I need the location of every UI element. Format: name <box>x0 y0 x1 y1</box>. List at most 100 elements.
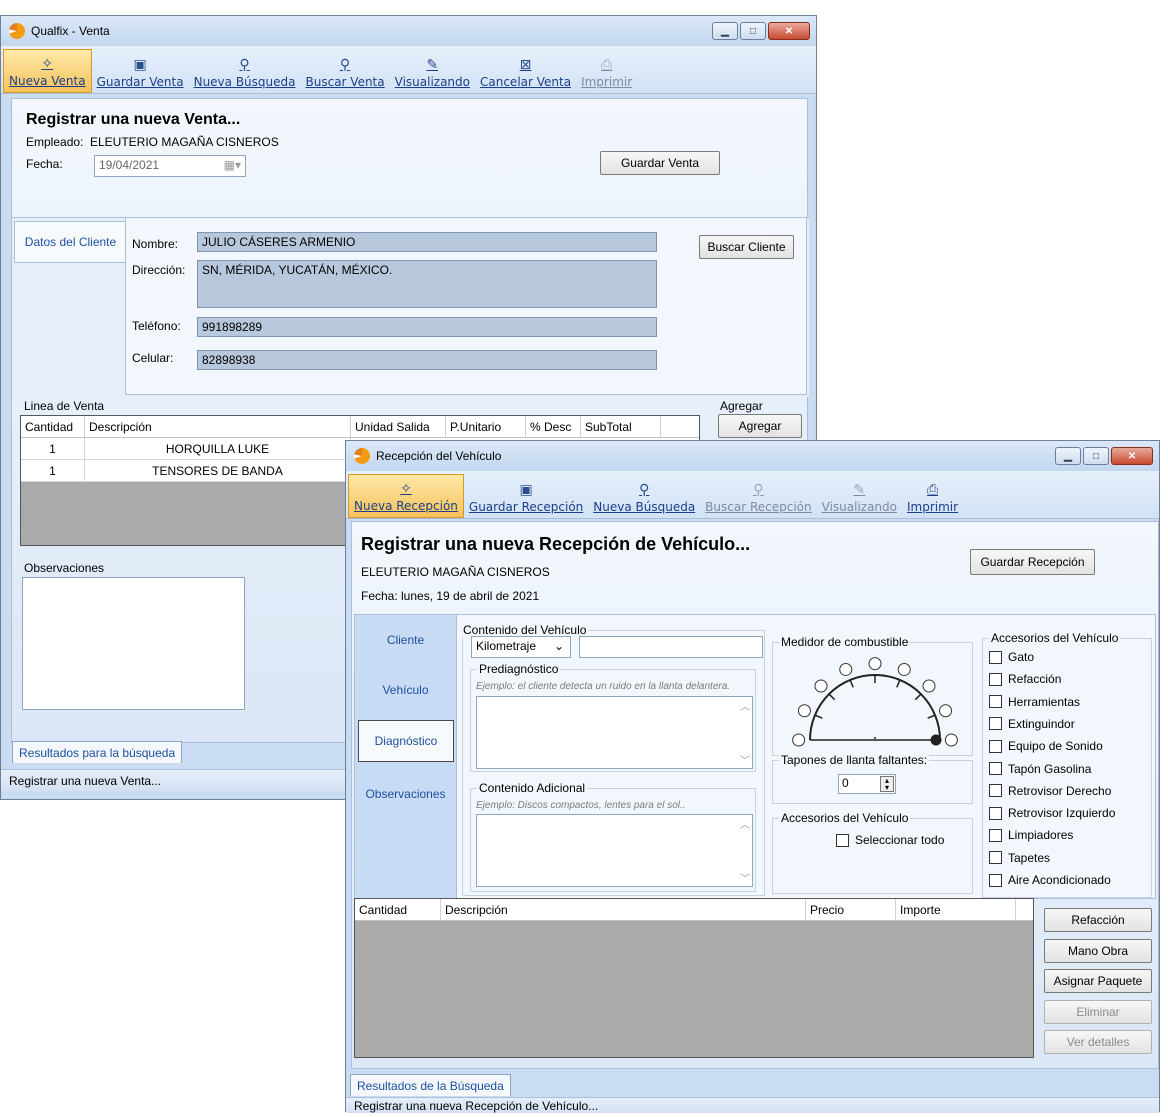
gauge-level-dot[interactable] <box>797 704 811 718</box>
scroll-down-icon[interactable]: ﹀ <box>740 752 750 767</box>
ver-detalles-button[interactable]: Ver detalles <box>1044 1030 1152 1054</box>
contenido-adicional-textarea[interactable]: ︿ ﹀ <box>476 814 753 887</box>
telefono-field[interactable]: 991898289 <box>197 317 657 337</box>
tab-vehiculo[interactable]: Vehículo <box>354 668 457 712</box>
checkbox-icon[interactable] <box>989 717 1002 731</box>
celular-field[interactable]: 82898938 <box>197 350 657 370</box>
close-icon[interactable]: ✕ <box>768 22 810 40</box>
toolbar-buscar-venta-button[interactable]: ⚲ Buscar Venta <box>301 49 390 93</box>
toolbar-cancelar-venta-button[interactable]: ⊠ Cancelar Venta <box>475 49 576 93</box>
col-cantidad[interactable]: Cantidad <box>355 899 441 920</box>
toolbar-visualizando-button[interactable]: ✎ Visualizando <box>817 474 902 518</box>
recepcion-titlebar[interactable]: Recepción del Vehículo ▁ □ ✕ <box>346 441 1159 471</box>
checkbox-icon[interactable] <box>989 695 1002 709</box>
toolbar-nueva-venta-button[interactable]: ✧ Nueva Venta <box>3 49 92 93</box>
gauge-level-dot[interactable] <box>839 662 853 676</box>
tab-resultados-busqueda[interactable]: Resultados de la Búsqueda <box>350 1074 511 1096</box>
checkbox-icon[interactable] <box>989 784 1002 798</box>
buscar-cliente-button[interactable]: Buscar Cliente <box>699 235 794 259</box>
tapones-stepper[interactable]: 0 ▴ ▾ <box>838 774 896 794</box>
gauge-level-dot[interactable] <box>868 657 882 671</box>
agregar-button[interactable]: Agregar <box>718 414 802 438</box>
maximize-icon[interactable]: □ <box>740 22 766 40</box>
guardar-venta-button[interactable]: Guardar Venta <box>600 151 720 175</box>
checkbox-icon[interactable] <box>989 739 1002 753</box>
toolbar-imprimir-button[interactable]: ⎙ Imprimir <box>902 474 963 518</box>
accesorio-checkbox[interactable]: Refacción <box>989 672 1061 686</box>
checkbox-icon[interactable] <box>989 650 1002 664</box>
venta-titlebar[interactable]: Qualfix - Venta ▁ □ ✕ <box>1 16 816 46</box>
scroll-down-icon[interactable]: ﹀ <box>740 870 750 885</box>
col-descripcion[interactable]: Descripción <box>441 899 806 920</box>
fuel-level-marker[interactable] <box>930 734 942 746</box>
col-descripcion[interactable]: Descripción <box>85 416 351 437</box>
tab-cliente[interactable]: Cliente <box>354 618 457 662</box>
gauge-level-dot[interactable] <box>939 704 953 718</box>
minimize-icon[interactable]: ▁ <box>712 22 738 40</box>
mano-obra-button[interactable]: Mano Obra <box>1044 938 1152 963</box>
kilometraje-select[interactable]: Kilometraje ⌄ <box>471 636 571 658</box>
scroll-up-icon[interactable]: ︿ <box>740 816 750 831</box>
asignar-paquete-button[interactable]: Asignar Paquete <box>1044 969 1152 993</box>
checkbox-icon[interactable] <box>989 672 1002 686</box>
toolbar-guardar-venta-button[interactable]: ▣ Guardar Venta <box>92 49 189 93</box>
accesorio-checkbox[interactable]: Extinguindor <box>989 717 1075 731</box>
checkbox-icon[interactable] <box>989 762 1002 775</box>
accesorio-checkbox[interactable]: Equipo de Sonido <box>989 739 1103 753</box>
gauge-level-dot[interactable] <box>922 679 936 693</box>
col-desc[interactable]: % Desc <box>526 416 581 437</box>
accesorio-checkbox[interactable]: Retrovisor Derecho <box>989 784 1111 798</box>
refacción-button[interactable]: Refacción <box>1044 908 1152 932</box>
col-precio[interactable]: Precio <box>806 899 896 920</box>
minimize-icon[interactable]: ▁ <box>1055 447 1081 465</box>
accesorio-label: Retrovisor Izquierdo <box>1008 806 1116 821</box>
toolbar-nueva-búsqueda-button[interactable]: ⚲ Nueva Búsqueda <box>588 474 700 518</box>
accesorio-checkbox[interactable]: Gato <box>989 650 1034 664</box>
gauge-level-dot[interactable] <box>897 662 911 676</box>
toolbar-buscar-recepción-button[interactable]: ⚲ Buscar Recepción <box>700 474 816 518</box>
checkbox-icon[interactable] <box>989 806 1002 820</box>
kilometraje-input[interactable] <box>579 636 763 658</box>
accesorio-checkbox[interactable]: Herramientas <box>989 695 1080 709</box>
accesorio-checkbox[interactable]: Retrovisor Izquierdo <box>989 806 1115 820</box>
toolbar-imprimir-button[interactable]: ⎙ Imprimir <box>576 49 637 93</box>
col-subtotal[interactable]: SubTotal <box>581 416 661 437</box>
eliminar-button[interactable]: Eliminar <box>1044 999 1152 1024</box>
gauge-level-dot[interactable] <box>814 679 828 693</box>
col-unidad-salida[interactable]: Unidad Salida <box>351 416 446 437</box>
checkbox-icon[interactable] <box>989 828 1002 842</box>
stepper-arrows-icon[interactable]: ▴ ▾ <box>880 776 894 792</box>
toolbar-guardar-recepción-button[interactable]: ▣ Guardar Recepción <box>464 474 588 518</box>
col-cantidad[interactable]: Cantidad <box>21 416 85 437</box>
col-p-unitario[interactable]: P.Unitario <box>446 416 526 437</box>
tab-datos-cliente[interactable]: Datos del Cliente <box>14 221 126 263</box>
guardar-recepcion-button[interactable]: Guardar Recepción <box>970 549 1095 575</box>
observaciones-textarea[interactable] <box>22 577 245 710</box>
save-icon: ▣ <box>133 57 147 73</box>
gauge-level-dot[interactable] <box>792 733 806 747</box>
close-icon[interactable]: ✕ <box>1111 447 1153 465</box>
toolbar-nueva-recepción-button[interactable]: ✧ Nueva Recepción <box>348 474 464 518</box>
tab-observaciones[interactable]: Observaciones <box>354 772 457 816</box>
tab-resultados-busqueda[interactable]: Resultados para la búsqueda <box>12 741 183 763</box>
new-doc-icon: ✧ <box>400 481 412 497</box>
checkbox-icon[interactable] <box>836 833 849 847</box>
direccion-field[interactable]: SN, MÉRIDA, YUCATÁN, MÉXICO. <box>197 260 657 308</box>
fecha-date-picker[interactable]: 19/04/2021 ▦▾ <box>94 155 246 177</box>
checkbox-icon[interactable] <box>989 851 1002 865</box>
scroll-up-icon[interactable]: ︿ <box>740 698 750 713</box>
nombre-field[interactable]: JULIO CÁSERES ARMENIO <box>197 232 657 252</box>
accesorio-checkbox[interactable]: Aire Acondicionado <box>989 873 1111 887</box>
accesorio-checkbox[interactable]: Tapetes <box>989 851 1050 865</box>
accesorio-checkbox[interactable]: Limpiadores <box>989 828 1073 842</box>
prediagnostico-textarea[interactable]: ︿ ﹀ <box>476 696 753 769</box>
checkbox-icon[interactable] <box>989 873 1002 887</box>
seleccionar-todo-checkbox[interactable]: Seleccionar todo <box>836 833 944 847</box>
toolbar-nueva-búsqueda-button[interactable]: ⚲ Nueva Búsqueda <box>189 49 301 93</box>
tab-diagnostico[interactable]: Diagnóstico <box>358 720 454 762</box>
accesorio-checkbox[interactable]: Tapón Gasolina <box>989 762 1091 776</box>
toolbar-visualizando-button[interactable]: ✎ Visualizando <box>390 49 475 93</box>
maximize-icon[interactable]: □ <box>1083 447 1109 465</box>
col-importe[interactable]: Importe <box>896 899 1016 920</box>
gauge-level-dot[interactable] <box>944 733 958 747</box>
